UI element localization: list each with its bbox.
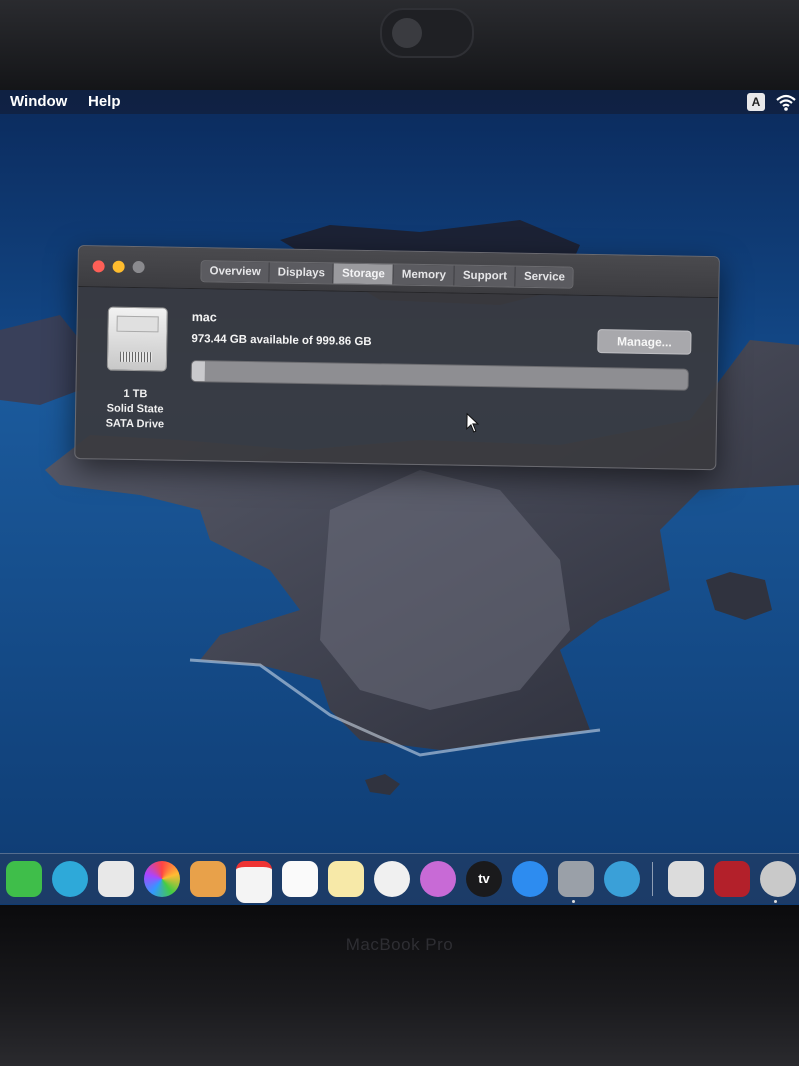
screen: Window Help A Overview Displays Storage …: [0, 90, 799, 905]
dock: tv: [0, 853, 799, 904]
tab-bar: Overview Displays Storage Memory Support…: [200, 260, 575, 289]
podcasts-icon[interactable]: [420, 861, 456, 897]
storage-usage-bar: [190, 359, 689, 391]
menu-help[interactable]: Help: [88, 93, 121, 110]
reminders-icon[interactable]: [282, 861, 318, 897]
tab-storage[interactable]: Storage: [333, 263, 395, 285]
tab-displays[interactable]: Displays: [269, 262, 335, 284]
volume-name: mac: [191, 309, 217, 325]
browser-icon[interactable]: [604, 861, 640, 897]
window-titlebar[interactable]: Overview Displays Storage Memory Support…: [78, 246, 719, 299]
notes-icon[interactable]: [328, 861, 364, 897]
messages-icon[interactable]: [6, 861, 42, 897]
maps-icon[interactable]: [98, 861, 134, 897]
minimize-button[interactable]: [112, 260, 125, 273]
automator-icon[interactable]: [760, 861, 796, 897]
about-this-mac-window: Overview Displays Storage Memory Support…: [74, 245, 720, 471]
input-source-icon[interactable]: A: [747, 93, 765, 111]
system-preferences-icon[interactable]: [558, 861, 594, 897]
photo-booth-icon[interactable]: [714, 861, 750, 897]
laptop-bottom-bezel: MacBook Pro: [0, 905, 799, 1066]
volume-availability: 973.44 GB available of 999.86 GB: [191, 332, 372, 349]
tab-support[interactable]: Support: [454, 265, 517, 287]
running-indicator: [572, 900, 575, 903]
tv-icon[interactable]: tv: [466, 861, 502, 897]
mouse-pointer-icon: [466, 412, 480, 433]
photos-icon[interactable]: [144, 861, 180, 897]
drive-capacity: 1 TB: [123, 387, 148, 401]
tab-overview[interactable]: Overview: [201, 261, 270, 283]
wifi-icon[interactable]: [775, 92, 797, 112]
tab-memory[interactable]: Memory: [393, 264, 456, 286]
preview-icon[interactable]: [668, 861, 704, 897]
webcam-cover: [380, 8, 474, 58]
laptop-brand-label: MacBook Pro: [345, 935, 454, 954]
close-button[interactable]: [92, 260, 105, 273]
menu-window[interactable]: Window: [10, 93, 67, 110]
storage-usage-fill: [191, 361, 205, 382]
music-icon[interactable]: [374, 861, 410, 897]
drive-type-line1: Solid State: [106, 402, 164, 416]
laptop-top-bezel: [0, 0, 799, 90]
contacts-icon[interactable]: [190, 861, 226, 897]
wallpaper-island: [0, 220, 799, 905]
running-indicator: [774, 900, 777, 903]
dock-separator: [652, 862, 653, 896]
tab-service[interactable]: Service: [515, 266, 574, 288]
hard-drive-icon: [106, 306, 168, 372]
calendar-icon[interactable]: [236, 861, 272, 903]
manage-button[interactable]: Manage...: [597, 329, 692, 355]
zoom-button[interactable]: [132, 260, 145, 274]
drive-type-line2: SATA Drive: [105, 417, 165, 431]
app-store-icon[interactable]: [512, 861, 548, 897]
menu-bar: Window Help A: [0, 90, 799, 114]
drive-caption: 1 TB Solid State SATA Drive: [96, 386, 175, 432]
facetime-icon[interactable]: [52, 861, 88, 897]
